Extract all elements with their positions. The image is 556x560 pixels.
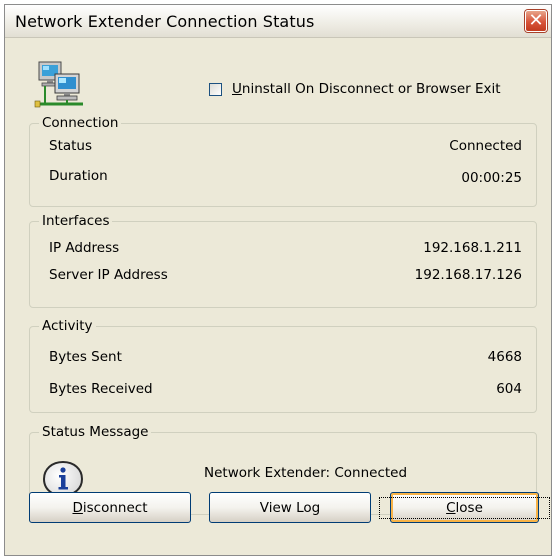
ip-address-value: 192.168.1.211: [423, 240, 522, 256]
close-window-button[interactable]: ✕: [525, 10, 547, 32]
close-button[interactable]: Close: [379, 492, 550, 523]
uninstall-option[interactable]: Uninstall On Disconnect or Browser Exit: [209, 80, 501, 98]
ip-address-label: IP Address: [49, 240, 120, 256]
title-bar[interactable]: Network Extender Connection Status ✕: [5, 5, 551, 38]
server-ip-address-value: 192.168.17.126: [414, 267, 522, 283]
activity-group-title: Activity: [39, 317, 96, 335]
connection-status-window: Network Extender Connection Status ✕ Uni…: [4, 4, 552, 556]
bytes-sent-value: 4668: [487, 349, 522, 365]
status-message-group-title: Status Message: [39, 423, 152, 441]
activity-group: Activity Bytes Sent 4668 Bytes Received …: [29, 317, 537, 413]
disconnect-button[interactable]: Disconnect: [29, 492, 191, 523]
view-log-button-label: View Log: [259, 499, 321, 516]
status-message-text: Network Extender: Connected: [204, 465, 408, 481]
connection-group: Connection Status Connected Duration 00:…: [29, 114, 537, 207]
uninstall-checkbox-label: Uninstall On Disconnect or Browser Exit: [232, 81, 501, 97]
status-value: Connected: [449, 138, 522, 154]
close-icon: ✕: [528, 10, 544, 31]
dialog-body: Uninstall On Disconnect or Browser Exit …: [5, 38, 551, 555]
disconnect-button-label: Disconnect: [72, 499, 148, 516]
bytes-sent-label: Bytes Sent: [49, 349, 122, 365]
status-label: Status: [49, 138, 93, 154]
duration-value: 00:00:25: [461, 170, 522, 186]
bytes-received-value: 604: [496, 381, 522, 397]
window-title: Network Extender Connection Status: [15, 12, 315, 31]
interfaces-group: Interfaces IP Address 192.168.1.211 Serv…: [29, 212, 537, 308]
close-button-label: Close: [379, 496, 550, 519]
uninstall-checkbox[interactable]: [209, 82, 222, 96]
network-computers-icon: [34, 61, 83, 108]
bytes-received-label: Bytes Received: [49, 381, 153, 397]
server-ip-address-label: Server IP Address: [49, 267, 168, 283]
interfaces-group-title: Interfaces: [39, 212, 113, 230]
connection-group-title: Connection: [39, 114, 122, 132]
duration-label: Duration: [49, 168, 108, 184]
view-log-button[interactable]: View Log: [209, 492, 371, 523]
